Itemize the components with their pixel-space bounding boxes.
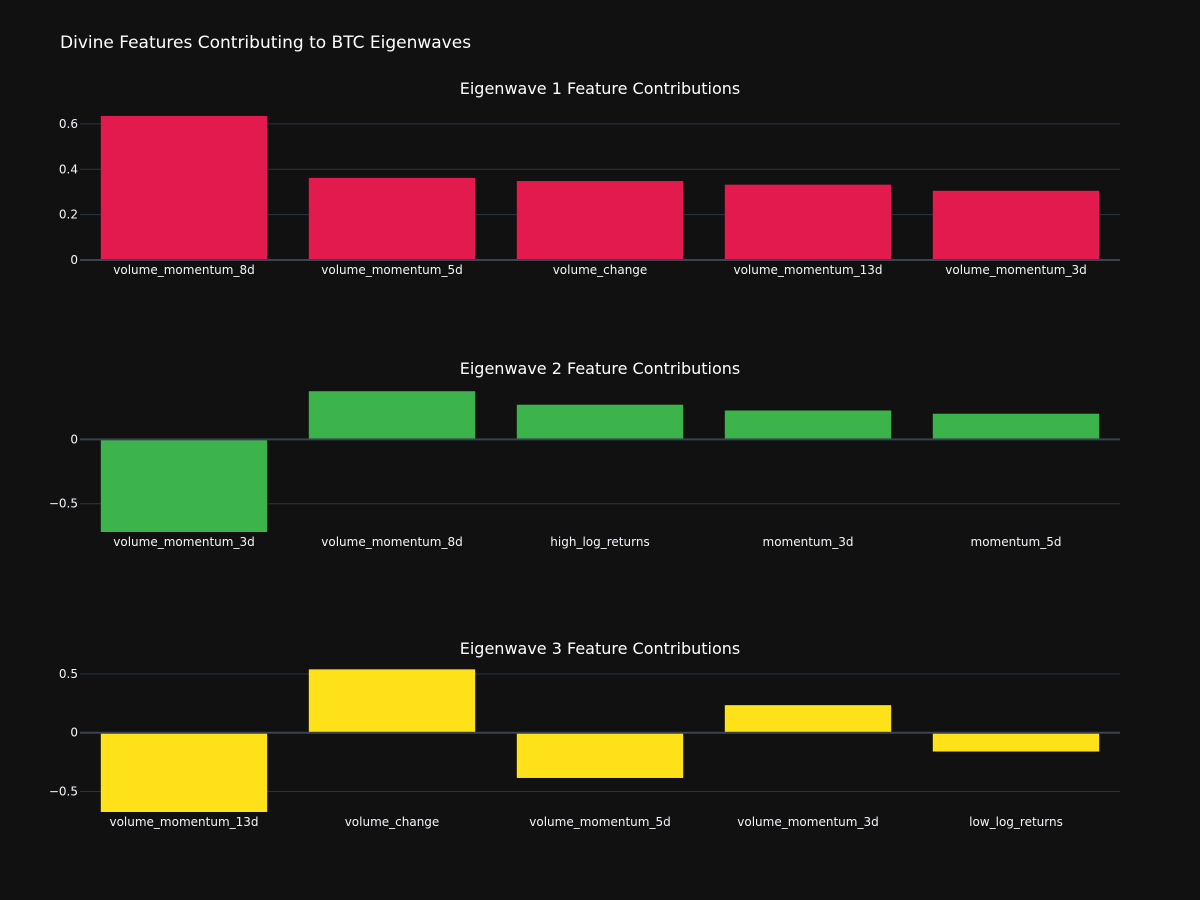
x-tick-label: volume_momentum_3d [945, 263, 1086, 277]
x-tick-label: volume_momentum_3d [113, 535, 254, 549]
bar [724, 705, 892, 733]
subplot-title: Eigenwave 1 Feature Contributions [460, 79, 740, 98]
bar [932, 190, 1100, 260]
bar [516, 732, 684, 778]
y-tick-label: 0 [70, 726, 78, 740]
bar [724, 184, 892, 260]
bar [724, 410, 892, 440]
y-tick-label: 0.6 [59, 117, 78, 131]
x-tick-label: high_log_returns [550, 535, 649, 549]
y-tick-label: 0.5 [59, 667, 78, 681]
bar [516, 181, 684, 260]
bar [308, 391, 476, 440]
x-tick-label: volume_momentum_8d [113, 263, 254, 277]
bar [932, 732, 1100, 752]
subplots-figure: Eigenwave 1 Feature Contributions 0 0.2 0.4… [49, 79, 1120, 829]
bar [100, 732, 268, 812]
x-tick-label: volume_change [345, 815, 440, 829]
bar [308, 177, 476, 260]
subplot-title: Eigenwave 2 Feature Contributions [460, 359, 740, 378]
x-tick-label: volume_momentum_13d [733, 263, 882, 277]
x-tick-label: volume_momentum_8d [321, 535, 462, 549]
x-tick-label: volume_momentum_5d [321, 263, 462, 277]
bar [516, 404, 684, 440]
x-tick-label: momentum_5d [971, 535, 1062, 549]
y-tick-label: 0.2 [59, 208, 78, 222]
y-tick-label: −0.5 [49, 497, 78, 511]
y-tick-label: 0 [70, 432, 78, 446]
x-tick-label: volume_momentum_3d [737, 815, 878, 829]
y-tick-label: −0.5 [49, 784, 78, 798]
x-tick-label: volume_momentum_13d [109, 815, 258, 829]
bar [100, 439, 268, 532]
bar [308, 669, 476, 733]
y-tick-label: 0.4 [59, 162, 78, 176]
x-tick-label: volume_change [553, 263, 648, 277]
bar [100, 115, 268, 260]
y-tick-label: 0 [70, 253, 78, 267]
x-tick-label: momentum_3d [763, 535, 854, 549]
subplot-title: Eigenwave 3 Feature Contributions [460, 639, 740, 658]
x-tick-label: volume_momentum_5d [529, 815, 670, 829]
x-tick-label: low_log_returns [969, 815, 1063, 829]
bar [932, 413, 1100, 440]
